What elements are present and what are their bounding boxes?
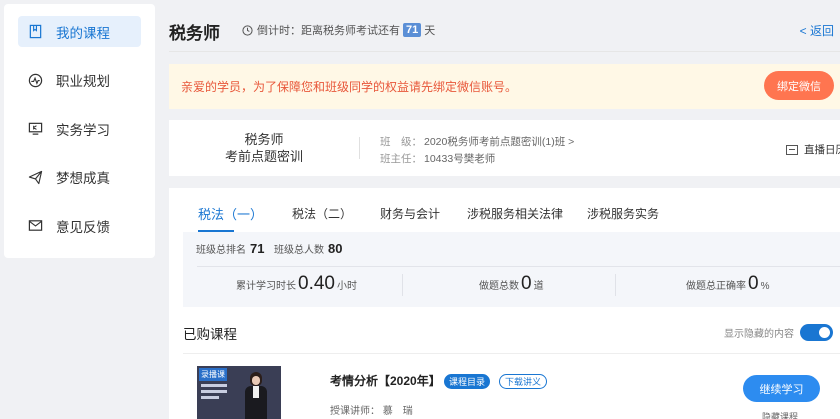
clock-icon: [242, 24, 253, 36]
divider: [197, 266, 840, 267]
questions-total: 做题总数 0 道: [479, 273, 544, 295]
show-hidden-toggle-row: 显示隐藏的内容: [724, 324, 833, 341]
study-duration: 累计学习时长 0.40 小时: [236, 273, 357, 295]
divider: [359, 137, 360, 159]
paper-plane-icon: [27, 169, 43, 185]
course-name: 税务师 考前点题密训: [169, 131, 359, 165]
course-title[interactable]: 考情分析【2020年】: [330, 372, 441, 389]
study-duration-unit: 小时: [336, 281, 357, 292]
study-duration-label: 累计学习时长: [236, 281, 296, 292]
notice-text: 亲爱的学员，为了保障您和班级同学的权益请先绑定微信账号。: [181, 80, 518, 94]
tab-tax-law-1[interactable]: 税法（一）: [198, 204, 263, 223]
wechat-bind-notice: 亲爱的学员，为了保障您和班级同学的权益请先绑定微信账号。: [169, 64, 840, 109]
show-hidden-label: 显示隐藏的内容: [724, 329, 794, 340]
sidebar-item-label: 我的课程: [56, 25, 110, 41]
show-hidden-toggle[interactable]: [800, 324, 833, 341]
class-info-panel: 税务师 考前点题密训 班 级： 2020税务师考前点题密训(1)班 > 班主任： 1…: [169, 120, 840, 176]
mail-icon: [27, 218, 43, 234]
thumbnail-tag: 录播课: [199, 368, 227, 381]
live-calendar-link[interactable]: 直播日历: [786, 142, 840, 157]
sidebar-item-practice[interactable]: 实务学习: [18, 113, 141, 144]
continue-learning-button[interactable]: 继续学习: [743, 375, 820, 402]
sidebar-item-label: 职业规划: [56, 74, 110, 89]
bind-wechat-button[interactable]: 绑定微信: [764, 71, 834, 100]
accuracy-rate-unit: %: [760, 281, 770, 292]
sidebar-item-label: 梦想成真: [56, 171, 110, 186]
countdown-days: 71: [403, 23, 422, 37]
accuracy-rate-value: 0: [748, 273, 759, 294]
divider: [183, 353, 840, 354]
head-teacher-row: 班主任： 10433号樊老师: [380, 151, 495, 166]
course-name-line1: 税务师: [244, 132, 284, 147]
tab-tax-service-law[interactable]: 涉税服务相关法律: [467, 205, 563, 222]
book-icon: [27, 24, 43, 40]
header-divider: [169, 51, 840, 52]
thumbnail-text-lines: [201, 384, 227, 402]
sidebar: 我的课程 职业规划 实务学习 梦想成真 意见反馈: [4, 4, 155, 258]
monitor-icon: [27, 121, 43, 137]
questions-total-unit: 道: [533, 281, 544, 292]
course-thumbnail[interactable]: 录播课: [197, 366, 281, 419]
class-total-value: 80: [328, 241, 343, 256]
sidebar-item-my-courses[interactable]: 我的课程: [18, 16, 141, 47]
tab-tax-service-practice[interactable]: 涉税服务实务: [587, 205, 659, 222]
sidebar-item-label: 实务学习: [56, 122, 110, 138]
class-total: 班级总人数 80: [274, 241, 342, 256]
divider: [615, 274, 616, 296]
calendar-icon: [786, 144, 798, 155]
questions-total-label: 做题总数: [479, 281, 519, 292]
exam-countdown: 倒计时：距离税务师考试还有 71 天: [242, 22, 435, 38]
class-rank-label: 班级总排名: [196, 245, 246, 256]
class-value[interactable]: 2020税务师考前点题密训(1)班 >: [424, 136, 574, 148]
tab-tax-law-2[interactable]: 税法（二）: [292, 205, 352, 222]
head-teacher-label: 班主任：: [380, 153, 422, 165]
download-handout-tag[interactable]: 下载讲义: [499, 374, 548, 389]
sidebar-item-career-planning[interactable]: 职业规划: [18, 65, 141, 96]
course-catalog-tag[interactable]: 课程目录: [444, 374, 491, 389]
live-calendar-label: 直播日历: [804, 144, 840, 156]
sidebar-item-dreams[interactable]: 梦想成真: [18, 162, 141, 193]
divider: [402, 274, 403, 296]
countdown-prefix: 倒计时：距离税务师考试还有: [257, 25, 400, 37]
accuracy-rate: 做题总正确率 0 %: [686, 273, 769, 295]
lecturer-photo: [245, 372, 267, 419]
tab-finance-accounting[interactable]: 财务与会计: [380, 205, 440, 222]
class-stats: 班级总排名 71 班级总人数 80 累计学习时长 0.40 小时 做题总数 0 道 …: [183, 232, 840, 307]
head-teacher-value: 10433号樊老师: [424, 153, 496, 165]
page-title: 税务师: [169, 24, 220, 43]
back-link[interactable]: < 返回: [800, 22, 834, 39]
subject-tabs: 税法（一） 税法（二） 财务与会计 涉税服务相关法律 涉税服务实务: [169, 188, 840, 232]
study-duration-value: 0.40: [298, 273, 335, 294]
questions-total-value: 0: [521, 273, 532, 294]
countdown-suffix: 天: [424, 25, 436, 37]
accuracy-rate-label: 做题总正确率: [686, 281, 746, 292]
chart-icon: [27, 72, 43, 88]
course-lecturer: 授课讲师： 慕 瑞: [330, 406, 413, 417]
course-name-line2: 考前点题密训: [224, 149, 303, 164]
class-row[interactable]: 班 级： 2020税务师考前点题密训(1)班 >: [380, 134, 574, 149]
hide-course-link[interactable]: 隐藏课程: [762, 410, 798, 419]
sidebar-item-label: 意见反馈: [56, 219, 110, 235]
class-total-label: 班级总人数: [274, 245, 324, 256]
purchased-courses-title: 已购课程: [183, 327, 237, 342]
class-rank: 班级总排名 71: [196, 241, 264, 256]
class-rank-value: 71: [250, 241, 265, 256]
course-main-panel: 税法（一） 税法（二） 财务与会计 涉税服务相关法律 涉税服务实务 班级总排名 7…: [169, 188, 840, 419]
class-label: 班 级：: [380, 136, 422, 148]
page-header: 税务师 倒计时：距离税务师考试还有 71 天 < 返回: [155, 0, 840, 56]
sidebar-item-feedback[interactable]: 意见反馈: [18, 210, 141, 241]
